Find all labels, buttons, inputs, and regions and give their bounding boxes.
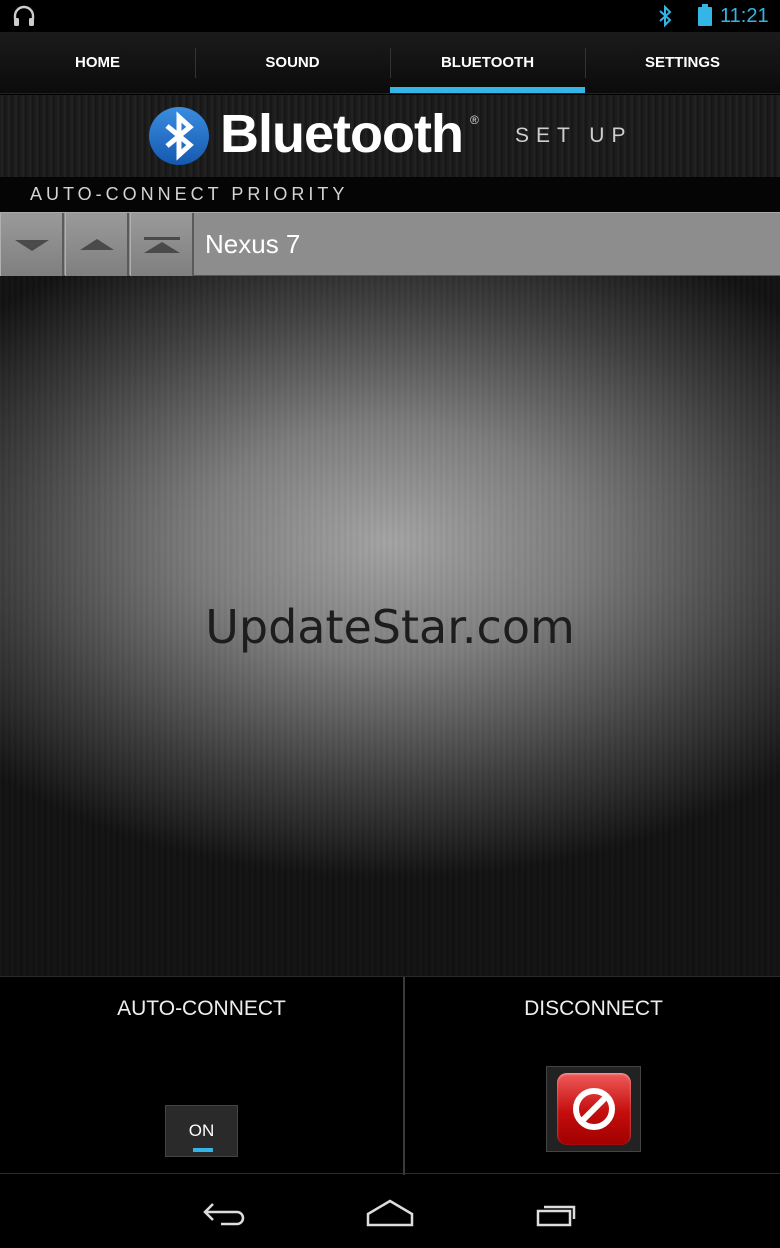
priority-title: AUTO-CONNECT PRIORITY — [30, 184, 349, 204]
bluetooth-wordmark: Bluetooth — [220, 104, 464, 164]
move-up-icon — [79, 238, 114, 250]
auto-connect-panel: AUTO-CONNECT ON — [0, 977, 405, 1175]
disconnect-panel: DISCONNECT — [407, 977, 780, 1175]
device-list-item[interactable]: Nexus 7 — [0, 212, 780, 276]
tab-bluetooth[interactable]: BLUETOOTH — [390, 32, 585, 93]
move-to-top-icon — [143, 236, 180, 253]
watermark: UpdateStar.com — [205, 600, 575, 654]
device-name: Nexus 7 — [205, 229, 301, 259]
controls-panel: AUTO-CONNECT ON DISCONNECT — [0, 976, 780, 1175]
auto-connect-label: AUTO-CONNECT — [117, 997, 286, 1020]
headphones-icon — [13, 5, 35, 26]
move-down-icon — [14, 239, 49, 251]
disconnect-label: DISCONNECT — [524, 997, 663, 1020]
disconnect-button-face — [556, 1073, 631, 1145]
bluetooth-icon — [659, 4, 672, 28]
bluetooth-logo-icon — [149, 107, 209, 165]
priority-section-header: AUTO-CONNECT PRIORITY — [0, 177, 780, 212]
tab-settings[interactable]: SETTINGS — [585, 32, 780, 93]
clock-time: 11:21 — [720, 5, 769, 27]
system-nav-bar — [0, 1175, 780, 1248]
disconnect-button[interactable] — [546, 1066, 641, 1152]
registered-mark: ® — [470, 113, 479, 127]
move-down-button[interactable] — [0, 213, 64, 276]
tab-home[interactable]: HOME — [0, 32, 195, 93]
page-subtitle: SET UP — [515, 124, 633, 147]
tab-sound[interactable]: SOUND — [195, 32, 390, 93]
move-up-button[interactable] — [65, 213, 129, 276]
tab-bar: HOME SOUND BLUETOOTH SETTINGS — [0, 32, 780, 94]
battery-icon — [698, 4, 712, 26]
home-icon[interactable] — [365, 1195, 415, 1229]
back-icon[interactable] — [199, 1195, 249, 1229]
status-bar: 11:21 — [0, 0, 780, 32]
no-entry-icon — [572, 1088, 615, 1130]
recent-apps-icon[interactable] — [532, 1195, 582, 1229]
move-to-top-button[interactable] — [130, 213, 194, 276]
auto-connect-toggle[interactable]: ON — [165, 1105, 238, 1157]
